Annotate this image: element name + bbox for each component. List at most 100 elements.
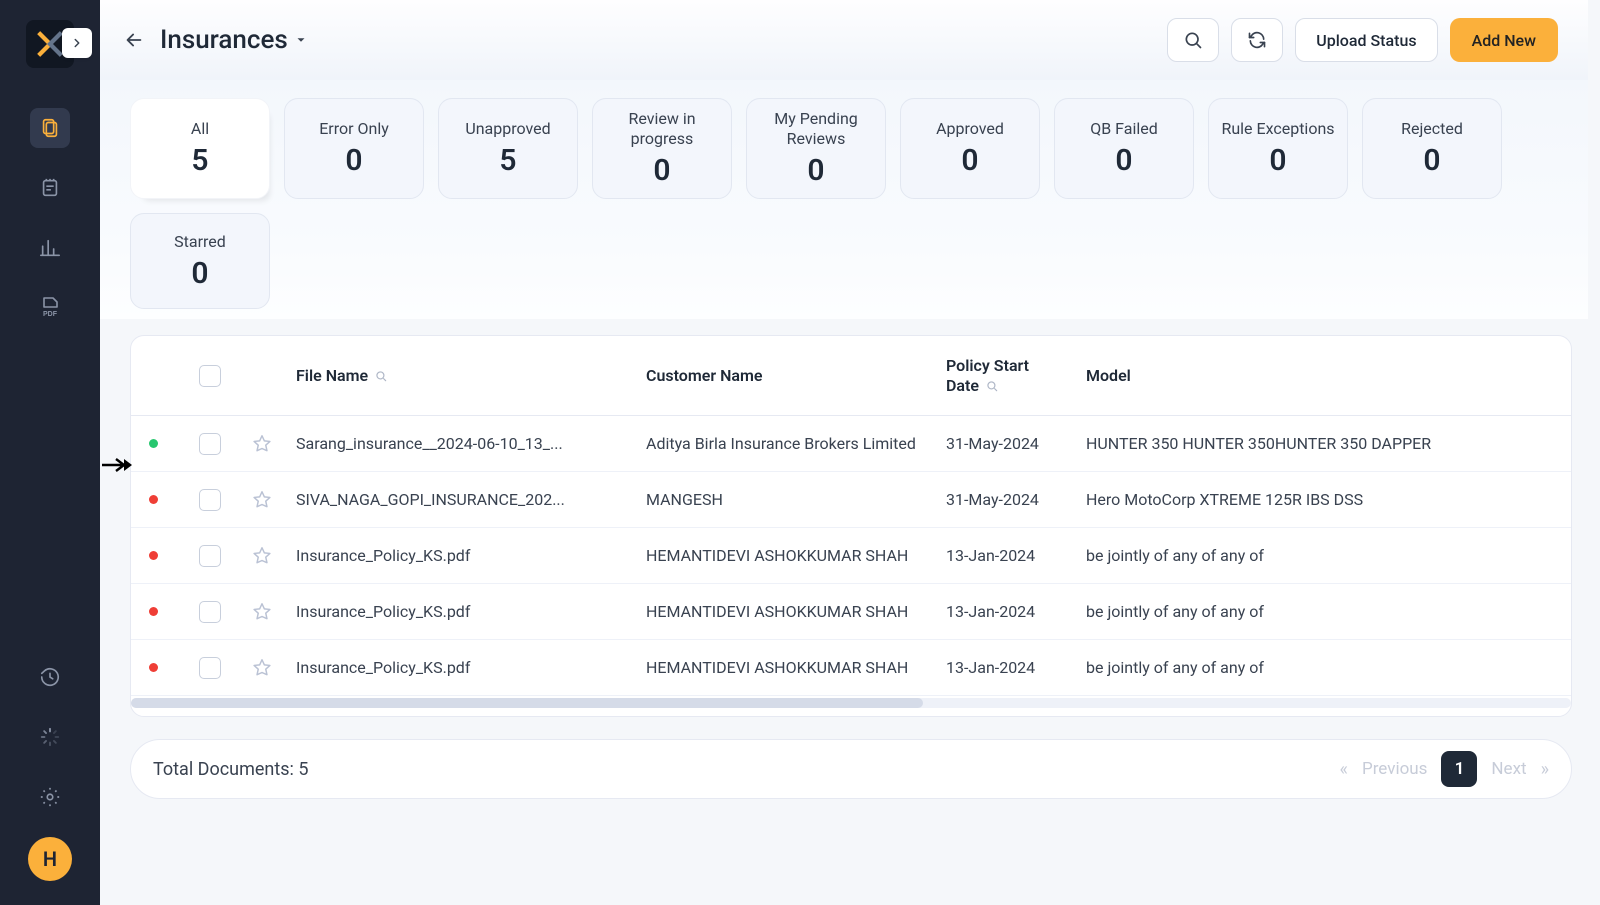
pager-last[interactable]: »	[1541, 759, 1549, 780]
sidebar-item-documents[interactable]	[30, 108, 70, 148]
star-button[interactable]	[251, 657, 296, 679]
search-icon[interactable]	[374, 369, 388, 383]
cell-model: be jointly of any of any of	[1086, 658, 1506, 677]
cell-customer-name: HEMANTIDEVI ASHOKKUMAR SHAH	[646, 602, 946, 621]
filter-card[interactable]: Unapproved5	[438, 98, 578, 199]
cell-file-name: SIVA_NAGA_GOPI_INSURANCE_202...	[296, 490, 646, 509]
search-icon[interactable]	[985, 379, 999, 393]
star-button[interactable]	[251, 433, 296, 455]
history-icon	[39, 666, 61, 688]
filter-card-count: 0	[1269, 143, 1286, 178]
filter-card[interactable]: My Pending Reviews0	[746, 98, 886, 199]
documents-icon	[39, 117, 61, 139]
row-checkbox[interactable]	[199, 545, 221, 567]
filter-card[interactable]: Review in progress0	[592, 98, 732, 199]
star-icon	[251, 489, 273, 511]
table-row[interactable]: Insurance_Policy_KS.pdfHEMANTIDEVI ASHOK…	[131, 528, 1571, 584]
filter-card[interactable]: Approved 0	[900, 98, 1040, 199]
star-button[interactable]	[251, 601, 296, 623]
filter-card-label: QB Failed	[1090, 119, 1158, 139]
status-dot	[149, 551, 158, 560]
status-dot	[149, 663, 158, 672]
filter-card-label: Rejected	[1401, 119, 1463, 139]
pagination-bar: Total Documents: 5 « Previous 1 Next »	[130, 739, 1572, 799]
scrollbar-thumb[interactable]	[131, 698, 923, 708]
cell-policy-start-date: 13-Jan-2024	[946, 602, 1086, 621]
col-policy-start-date[interactable]: Date	[946, 376, 979, 396]
pager-previous[interactable]: Previous	[1362, 759, 1427, 779]
status-dot	[149, 439, 158, 448]
cell-model: Hero MotoCorp XTREME 125R IBS DSS	[1086, 490, 1506, 509]
row-checkbox[interactable]	[199, 433, 221, 455]
filter-card-count: 0	[1115, 143, 1132, 178]
total-documents: Total Documents: 5	[153, 759, 308, 780]
documents-table: File Name Customer Name Policy StartDate…	[130, 335, 1572, 717]
search-button[interactable]	[1167, 18, 1219, 62]
row-checkbox[interactable]	[199, 657, 221, 679]
cell-model: be jointly of any of any of	[1086, 546, 1506, 565]
sidebar-item-settings[interactable]	[30, 777, 70, 817]
sidebar-item-loading[interactable]	[30, 717, 70, 757]
add-new-button[interactable]: Add New	[1450, 18, 1558, 62]
col-model[interactable]: Model	[1086, 366, 1131, 385]
gear-icon	[39, 786, 61, 808]
col-file-name[interactable]: File Name	[296, 366, 368, 385]
table-row[interactable]: SIVA_NAGA_GOPI_INSURANCE_202...MANGESH31…	[131, 472, 1571, 528]
filter-card-label: Approved	[936, 119, 1004, 139]
filter-card[interactable]: Rejected 0	[1362, 98, 1502, 199]
pager-current[interactable]: 1	[1441, 751, 1477, 787]
filter-card[interactable]: Error Only0	[284, 98, 424, 199]
cell-file-name: Sarang_insurance__2024-06-10_13_...	[296, 434, 646, 453]
col-customer-name[interactable]: Customer Name	[646, 366, 763, 385]
cell-policy-start-date: 13-Jan-2024	[946, 658, 1086, 677]
star-button[interactable]	[251, 545, 296, 567]
page-title-dropdown[interactable]: Insurances	[160, 25, 308, 55]
sidebar-item-pdf[interactable]: PDF	[30, 288, 70, 328]
loading-icon	[39, 726, 61, 748]
refresh-icon	[1247, 30, 1267, 50]
filter-card-count: 0	[807, 153, 824, 188]
row-checkbox[interactable]	[199, 601, 221, 623]
avatar[interactable]: H	[28, 837, 72, 881]
star-icon	[251, 657, 273, 679]
main: Insurances Upload Status Add New All5Err…	[100, 0, 1588, 905]
filter-card[interactable]: Rule Exceptions0	[1208, 98, 1348, 199]
pager-next[interactable]: Next	[1491, 759, 1526, 779]
filter-card-label: Review in progress	[599, 109, 725, 149]
topbar: Insurances Upload Status Add New	[100, 0, 1588, 80]
table-row[interactable]: Insurance_Policy_KS.pdfHEMANTIDEVI ASHOK…	[131, 584, 1571, 640]
filter-card[interactable]: All5	[130, 98, 270, 199]
caret-down-icon	[294, 33, 308, 47]
star-button[interactable]	[251, 489, 296, 511]
filter-card[interactable]: QB Failed 0	[1054, 98, 1194, 199]
cell-customer-name: HEMANTIDEVI ASHOKKUMAR SHAH	[646, 546, 946, 565]
horizontal-scrollbar[interactable]	[131, 698, 1571, 708]
sidebar-expand-button[interactable]	[62, 28, 92, 58]
page-title: Insurances	[160, 25, 288, 55]
filter-card-count: 0	[1423, 143, 1440, 178]
sidebar: PDF H	[0, 0, 100, 905]
table-row[interactable]: Insurance_Policy_KS.pdfHEMANTIDEVI ASHOK…	[131, 640, 1571, 696]
filter-card-count: 0	[961, 143, 978, 178]
cell-model: be jointly of any of any of	[1086, 602, 1506, 621]
table-row[interactable]: Sarang_insurance__2024-06-10_13_...Adity…	[131, 416, 1571, 472]
filter-card-label: All	[191, 119, 209, 139]
back-button[interactable]	[120, 26, 148, 54]
cell-policy-start-date: 31-May-2024	[946, 490, 1086, 509]
sidebar-item-analytics[interactable]	[30, 228, 70, 268]
select-all-checkbox[interactable]	[199, 365, 221, 387]
filter-cards: All5Error Only0Unapproved5Review in prog…	[100, 80, 1588, 319]
cell-customer-name: MANGESH	[646, 490, 946, 509]
refresh-button[interactable]	[1231, 18, 1283, 62]
cell-customer-name: Aditya Birla Insurance Brokers Limited	[646, 434, 946, 453]
star-icon	[251, 433, 273, 455]
filter-card[interactable]: Starred0	[130, 213, 270, 309]
cell-policy-start-date: 13-Jan-2024	[946, 546, 1086, 565]
upload-status-button[interactable]: Upload Status	[1295, 18, 1437, 62]
row-checkbox[interactable]	[199, 489, 221, 511]
pdf-icon: PDF	[38, 296, 62, 320]
sidebar-item-notes[interactable]	[30, 168, 70, 208]
sidebar-item-history[interactable]	[30, 657, 70, 697]
pager-first[interactable]: «	[1340, 759, 1348, 780]
notes-icon	[39, 177, 61, 199]
